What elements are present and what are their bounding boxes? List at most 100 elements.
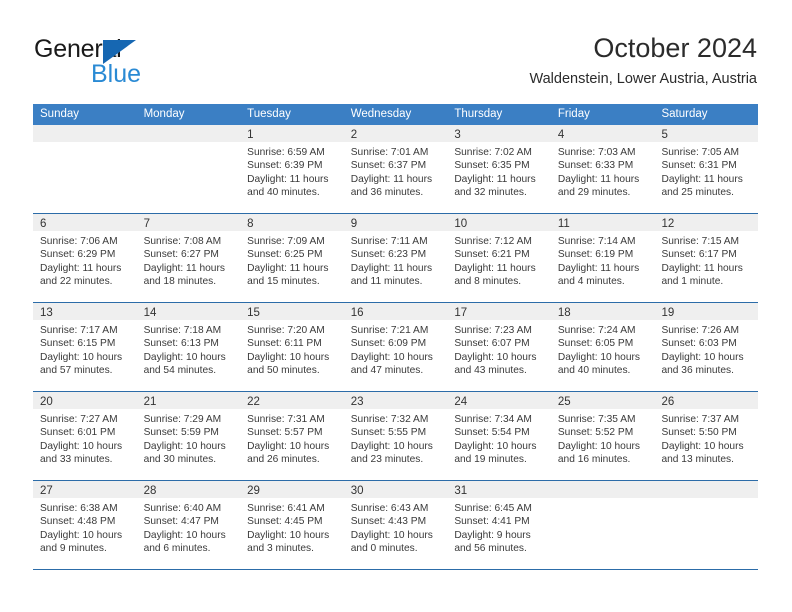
calendar-day-cell[interactable]: 11 Sunrise: 7:14 AM Sunset: 6:19 PM Dayligh…	[550, 214, 655, 302]
day-number-strip: 21	[136, 392, 241, 409]
sunset-text: Sunset: 5:55 PM	[350, 427, 427, 439]
day-details: Sunrise: 7:37 AM Sunset: 5:50 PM Daylight:…	[654, 409, 758, 467]
day-number: 13	[40, 307, 53, 319]
sunset-text: Sunset: 6:15 PM	[40, 338, 116, 350]
sunrise-text: Sunrise: 6:45 AM	[454, 503, 532, 514]
calendar-day-cell[interactable]: 27 Sunrise: 6:38 AM Sunset: 4:48 PM Dayligh…	[33, 481, 137, 569]
daylight-text-cont: and 32 minutes.	[454, 187, 527, 199]
calendar-day-cell-empty	[136, 125, 241, 213]
daylight-text-cont: and 36 minutes.	[661, 365, 734, 377]
calendar-day-cell[interactable]: 10 Sunrise: 7:12 AM Sunset: 6:21 PM Dayligh…	[447, 214, 551, 302]
day-number-strip: 26	[654, 392, 759, 409]
day-details	[654, 498, 758, 502]
day-number: 25	[557, 396, 571, 408]
page-title: October 2024	[593, 33, 757, 63]
sunrise-text: Sunrise: 7:21 AM	[350, 325, 429, 336]
sunrise-text: Sunrise: 7:01 AM	[350, 147, 429, 158]
day-number-strip: 16	[343, 303, 448, 320]
calendar-day-cell[interactable]: 16 Sunrise: 7:21 AM Sunset: 6:09 PM Dayligh…	[343, 303, 448, 391]
calendar-day-cell[interactable]: 20 Sunrise: 7:27 AM Sunset: 6:01 PM Dayligh…	[33, 392, 137, 480]
calendar-day-cell[interactable]: 1 Sunrise: 6:59 AM Sunset: 6:39 PM Daylight…	[240, 125, 344, 213]
weekday-header-sunday: Sunday	[40, 108, 80, 120]
sunset-text: Sunset: 6:09 PM	[350, 338, 427, 350]
calendar-day-cell[interactable]: 6 Sunrise: 7:06 AM Sunset: 6:29 PM Daylight…	[33, 214, 137, 302]
sunrise-text: Sunrise: 7:31 AM	[247, 414, 325, 425]
calendar-day-cell[interactable]: 4 Sunrise: 7:03 AM Sunset: 6:33 PM Daylight…	[550, 125, 655, 213]
calendar-day-cell[interactable]: 25 Sunrise: 7:35 AM Sunset: 5:52 PM Dayligh…	[550, 392, 655, 480]
day-number: 8	[247, 218, 254, 230]
day-details: Sunrise: 7:15 AM Sunset: 6:17 PM Daylight:…	[654, 231, 758, 289]
day-number: 11	[557, 218, 570, 230]
calendar-day-cell[interactable]: 22 Sunrise: 7:31 AM Sunset: 5:57 PM Dayligh…	[240, 392, 344, 480]
day-number: 18	[557, 307, 571, 319]
sunset-text: Sunset: 6:35 PM	[454, 160, 530, 172]
day-number-strip: 14	[136, 303, 241, 320]
calendar-day-cell[interactable]: 12 Sunrise: 7:15 AM Sunset: 6:17 PM Dayligh…	[654, 214, 759, 302]
calendar-day-cell[interactable]: 13 Sunrise: 7:17 AM Sunset: 6:15 PM Dayligh…	[33, 303, 137, 391]
day-number: 17	[454, 307, 468, 319]
day-number: 28	[143, 485, 157, 497]
calendar-day-cell[interactable]: 18 Sunrise: 7:24 AM Sunset: 6:05 PM Dayligh…	[550, 303, 655, 391]
calendar-day-cell[interactable]: 19 Sunrise: 7:26 AM Sunset: 6:03 PM Dayligh…	[654, 303, 759, 391]
sunrise-text: Sunrise: 7:23 AM	[454, 325, 532, 336]
day-details: Sunrise: 7:02 AM Sunset: 6:35 PM Daylight:…	[447, 142, 551, 200]
calendar-day-cell[interactable]: 17 Sunrise: 7:23 AM Sunset: 6:07 PM Dayligh…	[447, 303, 551, 391]
daylight-text-cont: and 29 minutes.	[557, 187, 631, 199]
day-details: Sunrise: 7:18 AM Sunset: 6:13 PM Daylight:…	[137, 320, 241, 378]
day-number-strip: 10	[447, 214, 551, 231]
calendar-week-row: 20 Sunrise: 7:27 AM Sunset: 6:01 PM Dayligh…	[33, 392, 759, 481]
day-number-strip: 25	[550, 392, 655, 409]
sunrise-text: Sunrise: 7:06 AM	[40, 236, 118, 247]
sunset-text: Sunset: 6:05 PM	[557, 338, 634, 350]
day-number: 31	[454, 485, 468, 497]
day-details: Sunrise: 7:21 AM Sunset: 6:09 PM Daylight:…	[344, 320, 448, 378]
day-details: Sunrise: 7:35 AM Sunset: 5:52 PM Daylight:…	[551, 409, 655, 467]
daylight-text: Daylight: 11 hours	[350, 173, 433, 185]
calendar-day-cell[interactable]: 7 Sunrise: 7:08 AM Sunset: 6:27 PM Daylight…	[136, 214, 241, 302]
calendar-day-cell[interactable]: 2 Sunrise: 7:01 AM Sunset: 6:37 PM Daylight…	[343, 125, 448, 213]
daylight-text: Daylight: 10 hours	[661, 351, 744, 363]
day-details: Sunrise: 7:14 AM Sunset: 6:19 PM Daylight:…	[551, 231, 655, 289]
day-details: Sunrise: 7:08 AM Sunset: 6:27 PM Daylight:…	[137, 231, 241, 289]
sunrise-text: Sunrise: 7:26 AM	[661, 325, 740, 336]
sunrise-text: Sunrise: 7:11 AM	[350, 236, 428, 247]
day-number-strip: 30	[343, 481, 448, 498]
calendar-day-cell[interactable]: 30 Sunrise: 6:43 AM Sunset: 4:43 PM Dayligh…	[343, 481, 448, 569]
day-details: Sunrise: 7:27 AM Sunset: 6:01 PM Daylight:…	[33, 409, 137, 467]
sunrise-text: Sunrise: 6:40 AM	[143, 503, 222, 514]
sunset-text: Sunset: 6:07 PM	[454, 338, 530, 350]
day-number: 1	[247, 129, 254, 141]
day-number-strip: 12	[654, 214, 759, 231]
calendar-day-cell[interactable]: 26 Sunrise: 7:37 AM Sunset: 5:50 PM Dayligh…	[654, 392, 759, 480]
day-details: Sunrise: 6:41 AM Sunset: 4:45 PM Daylight:…	[240, 498, 344, 556]
sunrise-text: Sunrise: 7:02 AM	[454, 147, 532, 158]
calendar-day-cell[interactable]: 15 Sunrise: 7:20 AM Sunset: 6:11 PM Dayligh…	[240, 303, 344, 391]
sunset-text: Sunset: 6:31 PM	[661, 160, 737, 172]
sunset-text: Sunset: 6:25 PM	[247, 249, 323, 261]
day-details: Sunrise: 7:09 AM Sunset: 6:25 PM Daylight:…	[240, 231, 344, 289]
calendar-day-cell[interactable]: 3 Sunrise: 7:02 AM Sunset: 6:35 PM Daylight…	[447, 125, 551, 213]
calendar-day-cell[interactable]: 31 Sunrise: 6:45 AM Sunset: 4:41 PM Dayligh…	[447, 481, 551, 569]
day-number: 4	[557, 129, 565, 141]
calendar-day-cell[interactable]: 23 Sunrise: 7:32 AM Sunset: 5:55 PM Dayligh…	[343, 392, 448, 480]
page-header: General Blue October 2024 Waldenstein, L…	[0, 0, 792, 104]
calendar-day-cell[interactable]: 29 Sunrise: 6:41 AM Sunset: 4:45 PM Dayligh…	[240, 481, 344, 569]
day-details: Sunrise: 6:38 AM Sunset: 4:48 PM Daylight:…	[33, 498, 137, 556]
day-details: Sunrise: 7:01 AM Sunset: 6:37 PM Daylight:…	[344, 142, 448, 200]
calendar-day-cell[interactable]: 8 Sunrise: 7:09 AM Sunset: 6:25 PM Daylight…	[240, 214, 344, 302]
calendar-day-cell[interactable]: 9 Sunrise: 7:11 AM Sunset: 6:23 PM Daylight…	[343, 214, 448, 302]
calendar-day-cell[interactable]: 28 Sunrise: 6:40 AM Sunset: 4:47 PM Dayligh…	[136, 481, 241, 569]
day-details: Sunrise: 7:34 AM Sunset: 5:54 PM Daylight:…	[447, 409, 551, 467]
daylight-text: Daylight: 10 hours	[40, 440, 123, 452]
calendar-day-cell[interactable]: 24 Sunrise: 7:34 AM Sunset: 5:54 PM Dayligh…	[447, 392, 551, 480]
daylight-text-cont: and 26 minutes.	[247, 454, 320, 466]
day-details: Sunrise: 7:12 AM Sunset: 6:21 PM Daylight:…	[447, 231, 551, 289]
day-details: Sunrise: 6:59 AM Sunset: 6:39 PM Daylight:…	[240, 142, 344, 200]
calendar-day-cell[interactable]: 21 Sunrise: 7:29 AM Sunset: 5:59 PM Dayligh…	[136, 392, 241, 480]
calendar-day-cell[interactable]: 14 Sunrise: 7:18 AM Sunset: 6:13 PM Dayligh…	[136, 303, 241, 391]
sunrise-text: Sunrise: 7:15 AM	[661, 236, 740, 247]
calendar-day-cell[interactable]: 5 Sunrise: 7:05 AM Sunset: 6:31 PM Daylight…	[654, 125, 759, 213]
generalblue-logo: General Blue	[34, 36, 214, 92]
sunrise-text: Sunrise: 7:35 AM	[557, 414, 636, 425]
weekday-header-row: Sunday Monday Tuesday Wednesday Thursday Frid…	[33, 104, 758, 125]
